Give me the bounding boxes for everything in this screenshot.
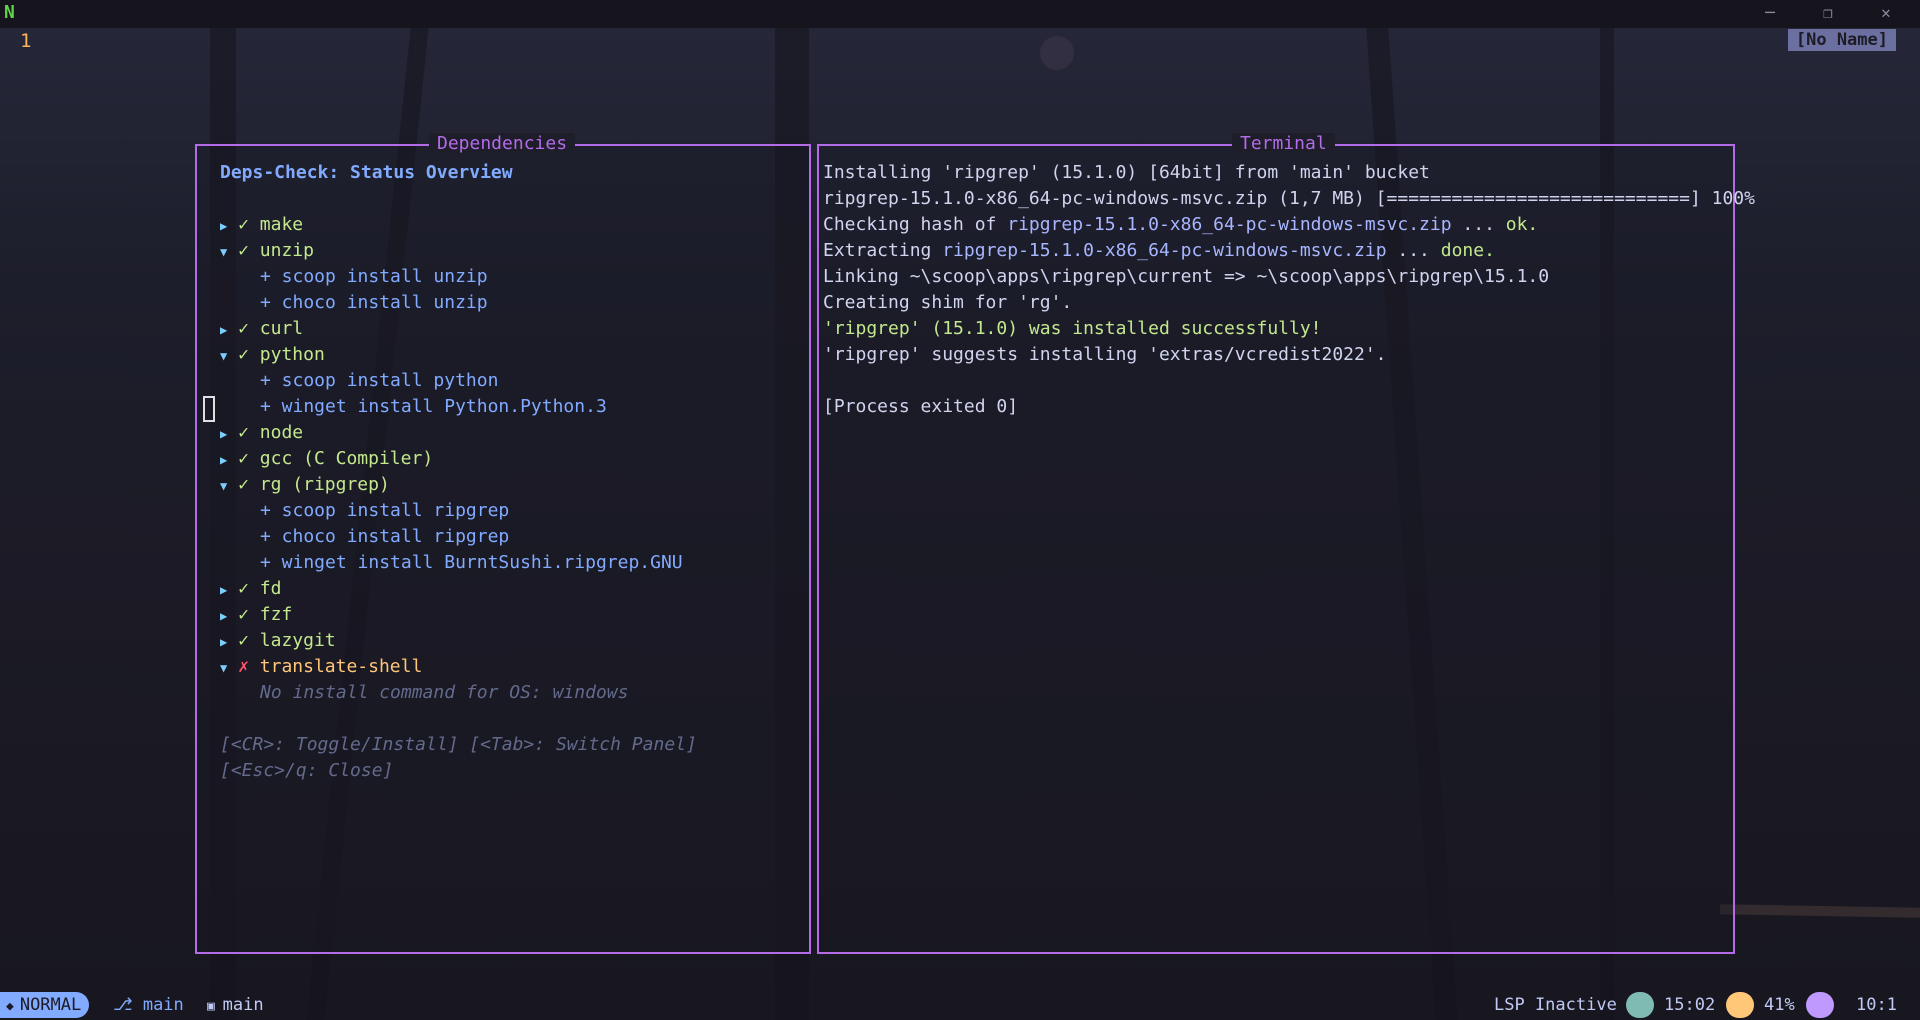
install-command[interactable]: + scoop install unzip bbox=[260, 264, 488, 290]
terminal-panel[interactable]: Terminal Installing 'ripgrep' (15.1.0) [… bbox=[817, 133, 1755, 954]
check-icon: ✓ bbox=[238, 578, 249, 599]
terminal-line: ripgrep-15.1.0-x86_64-pc-windows-msvc.zi… bbox=[823, 186, 1755, 212]
terminal-text: 'ripgrep' suggests installing 'extras/vc… bbox=[823, 344, 1387, 365]
dependencies-panel[interactable]: Dependencies Deps-Check: Status Overview… bbox=[195, 133, 811, 954]
check-icon: ✓ bbox=[238, 630, 249, 651]
maximize-icon[interactable]: ❐ bbox=[1808, 3, 1848, 22]
install-command[interactable]: + choco install ripgrep bbox=[260, 524, 509, 550]
check-icon: ✓ bbox=[238, 214, 249, 235]
terminal-text: ripgrep-15.1.0-x86_64-pc-windows-msvc.zi… bbox=[1007, 214, 1452, 235]
git-branch: ⎇ main bbox=[113, 992, 184, 1018]
terminal-text: ripgrep-15.1.0-x86_64-pc-windows-msvc.zi… bbox=[942, 240, 1387, 261]
terminal-text: ok. bbox=[1505, 214, 1539, 235]
cursor-block bbox=[203, 396, 215, 422]
dependency-item[interactable]: ▶ ✓ curl bbox=[220, 316, 303, 342]
panel-title: Dependencies bbox=[429, 133, 576, 154]
dependency-name: gcc (C Compiler) bbox=[259, 448, 434, 469]
window-titlebar: N ─ ❐ ✕ bbox=[0, 0, 1920, 28]
install-command[interactable]: + winget install Python.Python.3 bbox=[260, 394, 607, 420]
dependency-name: make bbox=[259, 214, 304, 235]
dependency-item[interactable]: ▼ ✗ translate-shell bbox=[220, 654, 422, 680]
clock-time: 15:02 bbox=[1664, 995, 1716, 1015]
dependency-item[interactable]: ▶ ✓ gcc (C Compiler) bbox=[220, 446, 433, 472]
install-command[interactable]: + choco install unzip bbox=[260, 290, 488, 316]
line-number: 1 bbox=[20, 30, 32, 52]
terminal-line: Creating shim for 'rg'. bbox=[823, 290, 1072, 316]
terminal-text: [Process exited 0] bbox=[823, 396, 1019, 417]
minimize-icon[interactable]: ─ bbox=[1750, 3, 1790, 22]
battery-level: 41% bbox=[1764, 995, 1795, 1015]
panel-title: Terminal bbox=[1232, 133, 1335, 154]
branch-label: main bbox=[142, 995, 184, 1015]
git-branch-icon: ⎇ bbox=[113, 995, 143, 1015]
neovim-logo-icon: N bbox=[4, 2, 15, 23]
terminal-text: done. bbox=[1440, 240, 1495, 261]
moon-shape bbox=[1040, 36, 1074, 70]
battery-icon bbox=[1726, 992, 1754, 1018]
check-icon: ✓ bbox=[238, 422, 249, 443]
install-command[interactable]: + scoop install ripgrep bbox=[260, 498, 509, 524]
dependency-name: unzip bbox=[259, 240, 314, 261]
terminal-line: Linking ~\scoop\apps\ripgrep\current => … bbox=[823, 264, 1549, 290]
folder-icon: ▣ bbox=[207, 999, 223, 1014]
dependency-name: node bbox=[259, 422, 304, 443]
dependency-name: lazygit bbox=[259, 630, 336, 651]
terminal-line: Extracting ripgrep-15.1.0-x86_64-pc-wind… bbox=[823, 238, 1495, 264]
rail-shape bbox=[1719, 904, 1920, 918]
dependency-name: fd bbox=[259, 578, 282, 599]
mode-icon: ◆ bbox=[6, 999, 14, 1014]
terminal-text: Linking ~\scoop\apps\ripgrep\current => … bbox=[823, 266, 1550, 287]
check-icon: ✓ bbox=[238, 604, 249, 625]
dependency-item[interactable]: ▶ ✓ make bbox=[220, 212, 303, 238]
clock-icon bbox=[1626, 992, 1654, 1018]
check-icon: ✓ bbox=[238, 474, 249, 495]
dependency-name: python bbox=[259, 344, 325, 365]
panel-heading: Deps-Check: Status Overview bbox=[220, 162, 513, 183]
terminal-line: [Process exited 0] bbox=[823, 394, 1018, 420]
statusline: ◆ NORMAL ⎇ main ▣ main LSP Inactive 15:02… bbox=[0, 990, 1920, 1020]
cross-icon: ✗ bbox=[238, 656, 249, 677]
terminal-text: ripgrep-15.1.0-x86_64-pc-windows-msvc.zi… bbox=[823, 188, 1755, 209]
dependency-item[interactable]: ▶ ✓ fd bbox=[220, 576, 281, 602]
dependency-name: rg (ripgrep) bbox=[259, 474, 390, 495]
install-command[interactable]: + winget install BurntSushi.ripgrep.GNU bbox=[260, 550, 683, 576]
dependency-item[interactable]: ▼ ✓ python bbox=[220, 342, 325, 368]
terminal-text: ... bbox=[1386, 240, 1441, 261]
dependency-item[interactable]: ▶ ✓ node bbox=[220, 420, 303, 446]
help-text: [<Esc>/q: Close] bbox=[220, 760, 394, 781]
terminal-text: Creating shim for 'rg'. bbox=[823, 292, 1073, 313]
dependency-item[interactable]: ▼ ✓ rg (ripgrep) bbox=[220, 472, 390, 498]
help-text: [<CR>: Toggle/Install] [<Tab>: Switch Pa… bbox=[220, 734, 697, 755]
close-icon[interactable]: ✕ bbox=[1866, 3, 1906, 22]
terminal-line: Installing 'ripgrep' (15.1.0) [64bit] fr… bbox=[823, 160, 1430, 186]
dependency-name: translate-shell bbox=[259, 656, 423, 677]
dependency-name: fzf bbox=[259, 604, 293, 625]
dependency-item[interactable]: ▶ ✓ lazygit bbox=[220, 628, 336, 654]
terminal-text: ... bbox=[1451, 214, 1506, 235]
check-icon: ✓ bbox=[238, 344, 249, 365]
install-note: No install command for OS: windows bbox=[260, 682, 629, 703]
mode-indicator: ◆ NORMAL bbox=[0, 992, 90, 1018]
check-icon: ✓ bbox=[238, 240, 249, 261]
buffer-name-tab[interactable]: [No Name] bbox=[1787, 29, 1896, 51]
terminal-text: Installing 'ripgrep' (15.1.0) [64bit] fr… bbox=[823, 162, 1430, 183]
terminal-line: 'ripgrep' (15.1.0) was installed success… bbox=[823, 316, 1322, 342]
mode-label: NORMAL bbox=[19, 995, 82, 1015]
install-command[interactable]: + scoop install python bbox=[260, 368, 498, 394]
terminal-line: Checking hash of ripgrep-15.1.0-x86_64-p… bbox=[823, 212, 1538, 238]
cursor-position: 10:1 bbox=[1856, 995, 1897, 1015]
dependency-name: curl bbox=[259, 318, 304, 339]
lsp-icon bbox=[1806, 992, 1834, 1018]
dependency-item[interactable]: ▶ ✓ fzf bbox=[220, 602, 292, 628]
terminal-line: 'ripgrep' suggests installing 'extras/vc… bbox=[823, 342, 1387, 368]
check-icon: ✓ bbox=[238, 448, 249, 469]
folder-label: main bbox=[222, 995, 264, 1015]
terminal-text: 'ripgrep' (15.1.0) was installed success… bbox=[823, 318, 1322, 339]
cwd: ▣ main bbox=[207, 992, 264, 1018]
terminal-text: Checking hash of bbox=[823, 214, 1008, 235]
terminal-text: Extracting bbox=[823, 240, 943, 261]
check-icon: ✓ bbox=[238, 318, 249, 339]
lsp-status: LSP Inactive bbox=[1494, 995, 1617, 1015]
dependency-item[interactable]: ▼ ✓ unzip bbox=[220, 238, 314, 264]
